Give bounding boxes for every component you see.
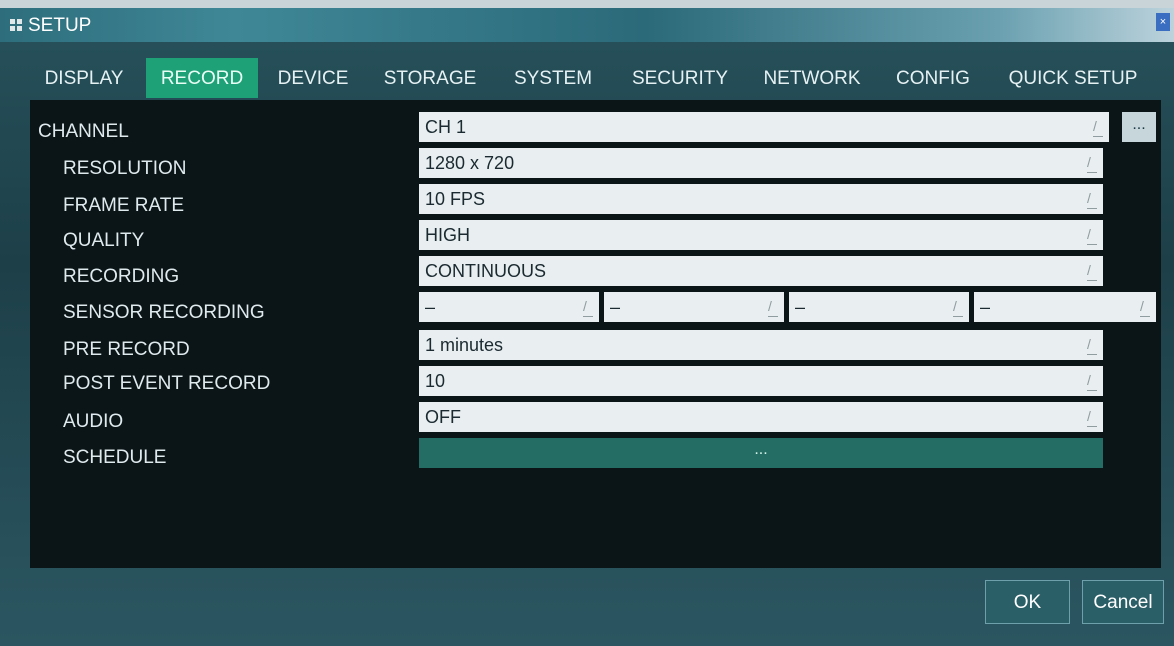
post-event-record-value: 10 (425, 371, 446, 391)
dropdown-icon: / (1087, 370, 1097, 391)
sensor-recording-select-1[interactable]: – / (419, 292, 599, 322)
frame-rate-label: FRAME RATE (63, 195, 185, 216)
sensor-recording-select-2[interactable]: – / (604, 292, 784, 322)
tab-storage[interactable]: STORAGE (370, 58, 490, 98)
dropdown-icon: / (1093, 116, 1103, 137)
resolution-value: 1280 x 720 (425, 153, 515, 173)
dropdown-icon: / (1087, 334, 1097, 355)
recording-select[interactable]: CONTINUOUS / (419, 256, 1103, 286)
quality-select[interactable]: HIGH / (419, 220, 1103, 250)
recording-value: CONTINUOUS (425, 261, 546, 281)
post-event-record-select[interactable]: 10 / (419, 366, 1103, 396)
sensor-recording-value: – (980, 297, 991, 317)
audio-label: AUDIO (63, 411, 124, 432)
recording-label: RECORDING (63, 266, 180, 287)
dropdown-icon: / (1140, 296, 1150, 317)
sensor-recording-value: – (795, 297, 806, 317)
channel-value: CH 1 (425, 117, 467, 137)
title-bar: SETUP × (0, 8, 1174, 42)
setup-icon (10, 19, 24, 33)
dropdown-icon: / (953, 296, 963, 317)
sensor-recording-value: – (610, 297, 621, 317)
dropdown-icon: / (1087, 224, 1097, 245)
tab-device[interactable]: DEVICE (266, 58, 360, 98)
dropdown-icon: / (1087, 188, 1097, 209)
sensor-recording-label: SENSOR RECORDING (63, 302, 265, 323)
dropdown-icon: / (1087, 260, 1097, 281)
channel-select[interactable]: CH 1 / (419, 112, 1109, 142)
frame-rate-value: 10 FPS (425, 189, 486, 209)
channel-more-button[interactable]: ... (1122, 112, 1156, 142)
tab-network[interactable]: NETWORK (750, 58, 874, 98)
post-event-record-label: POST EVENT RECORD (63, 373, 271, 394)
audio-select[interactable]: OFF / (419, 402, 1103, 432)
channel-label: CHANNEL (38, 121, 129, 142)
close-icon[interactable]: × (1156, 13, 1170, 31)
cancel-button[interactable]: Cancel (1082, 580, 1164, 624)
dropdown-icon: / (768, 296, 778, 317)
schedule-label: SCHEDULE (63, 447, 167, 468)
resolution-label: RESOLUTION (63, 158, 187, 179)
resolution-select[interactable]: 1280 x 720 / (419, 148, 1103, 178)
tab-quick-setup[interactable]: QUICK SETUP (992, 58, 1154, 98)
audio-value: OFF (425, 407, 461, 427)
pre-record-value: 1 minutes (425, 335, 504, 355)
dropdown-icon: / (583, 296, 593, 317)
tab-display[interactable]: DISPLAY (30, 58, 138, 98)
dropdown-icon: / (1087, 152, 1097, 173)
dropdown-icon: / (1087, 406, 1097, 427)
sensor-recording-select-4[interactable]: – / (974, 292, 1156, 322)
schedule-button[interactable]: ... (419, 438, 1103, 468)
tab-config[interactable]: CONFIG (882, 58, 984, 98)
tab-security[interactable]: SECURITY (618, 58, 742, 98)
pre-record-select[interactable]: 1 minutes / (419, 330, 1103, 360)
frame-rate-select[interactable]: 10 FPS / (419, 184, 1103, 214)
tab-record[interactable]: RECORD (146, 58, 258, 98)
sensor-recording-select-3[interactable]: – / (789, 292, 969, 322)
quality-label: QUALITY (63, 230, 145, 251)
quality-value: HIGH (425, 225, 470, 245)
ok-button[interactable]: OK (985, 580, 1070, 624)
tab-system[interactable]: SYSTEM (498, 58, 608, 98)
window-title: SETUP (28, 15, 92, 36)
pre-record-label: PRE RECORD (63, 339, 190, 360)
sensor-recording-value: – (425, 297, 436, 317)
